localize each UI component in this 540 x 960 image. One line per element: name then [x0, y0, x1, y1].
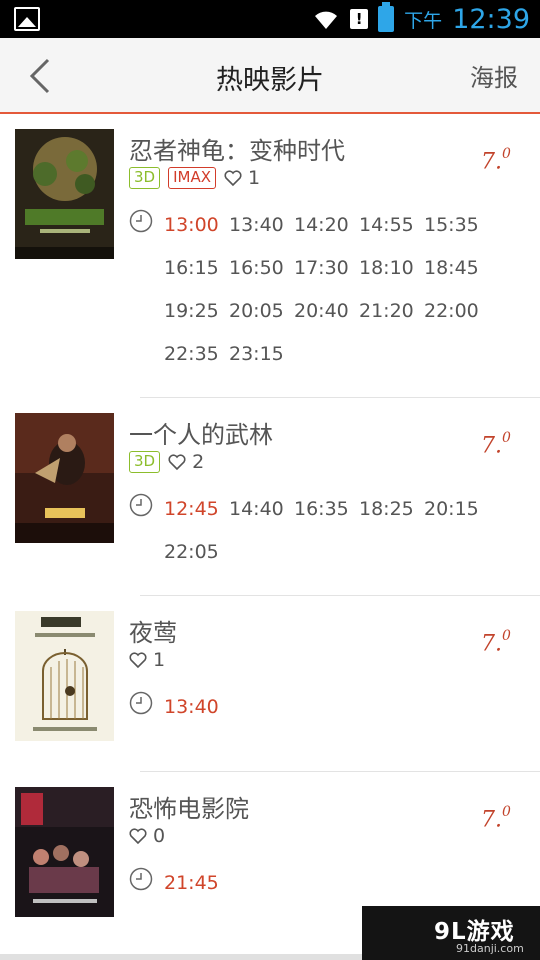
chevron-left-icon[interactable]	[22, 56, 62, 96]
clock-icon	[129, 867, 153, 891]
showtime-list: 13:00 13:40 14:20 14:55 15:35 16:15 16:5…	[164, 213, 494, 385]
movie-tags: 1	[129, 648, 165, 672]
showtime[interactable]: 21:20	[359, 299, 424, 342]
movie-tags: 3D 2	[129, 450, 204, 474]
movie-tags: 3D IMAX 1	[129, 166, 260, 190]
showtime[interactable]: 20:05	[229, 299, 294, 342]
showtime[interactable]: 15:35	[424, 213, 489, 256]
site-watermark: 9L游戏 91danji.com	[362, 906, 540, 960]
heart-icon	[168, 453, 186, 470]
showtime[interactable]: 14:55	[359, 213, 424, 256]
gallery-notification-icon	[14, 7, 40, 31]
watermark-logo: 9L游戏	[434, 919, 515, 945]
heart-icon	[129, 827, 147, 844]
clock-icon	[129, 209, 153, 233]
movie-title: 一个人的武林	[129, 421, 273, 449]
showtime[interactable]: 17:30	[294, 256, 359, 299]
status-time: 12:39	[452, 3, 530, 35]
movie-tags: 0	[129, 824, 165, 848]
status-bar: ! 下午 12:39	[0, 0, 540, 38]
like-button[interactable]: 1	[129, 649, 165, 671]
showtime[interactable]: 12:45	[164, 497, 229, 540]
alert-icon: !	[350, 9, 369, 29]
app-header: 热映影片 海报	[0, 38, 540, 114]
showtime[interactable]: 18:45	[424, 256, 489, 299]
poster-view-button[interactable]: 海报	[470, 58, 518, 93]
showtime-list: 12:45 14:40 16:35 18:25 20:15 22:05	[164, 497, 494, 583]
battery-icon	[378, 2, 395, 32]
like-count: 1	[248, 167, 261, 189]
showtime[interactable]: 14:20	[294, 213, 359, 256]
movie-item[interactable]: 忍者神龟：变种时代 3D IMAX 1 7.0 13:00 13:40 14:2…	[0, 114, 540, 398]
showtime[interactable]: 22:00	[424, 299, 489, 342]
showtime[interactable]: 18:25	[359, 497, 424, 540]
heart-icon	[224, 169, 242, 186]
showtime[interactable]: 16:35	[294, 497, 359, 540]
tag-imax: IMAX	[168, 167, 216, 189]
movie-score: 7.0	[481, 430, 511, 459]
showtime[interactable]: 14:40	[229, 497, 294, 540]
page-title: 热映影片	[216, 65, 324, 96]
showtime[interactable]: 16:15	[164, 256, 229, 299]
like-count: 1	[153, 649, 166, 671]
next-item-divider	[0, 954, 362, 960]
showtime[interactable]: 16:50	[229, 256, 294, 299]
tag-3d: 3D	[129, 167, 161, 189]
wifi-icon	[315, 11, 338, 29]
like-button[interactable]: 1	[224, 167, 260, 189]
movie-poster[interactable]	[15, 129, 114, 259]
showtime-list: 13:40	[164, 695, 494, 738]
showtime[interactable]: 19:25	[164, 299, 229, 342]
movie-item[interactable]: 夜莺 1 7.0 13:40	[0, 596, 540, 772]
showtime[interactable]: 22:35	[164, 342, 229, 385]
movie-score: 7.0	[481, 804, 511, 833]
tag-3d: 3D	[129, 451, 161, 473]
watermark-site: 91danji.com	[456, 942, 524, 955]
movie-item[interactable]: 一个人的武林 3D 2 7.0 12:45 14:40 16:35 18:25 …	[0, 398, 540, 596]
showtime[interactable]: 13:40	[164, 695, 229, 738]
showtime[interactable]: 13:00	[164, 213, 229, 256]
heart-icon	[129, 651, 147, 668]
showtime[interactable]: 20:15	[424, 497, 489, 540]
movie-poster[interactable]	[15, 611, 114, 741]
movie-poster[interactable]	[15, 787, 114, 917]
clock-icon	[129, 493, 153, 517]
like-button[interactable]: 2	[168, 451, 204, 473]
like-count: 0	[153, 825, 166, 847]
movie-title: 恐怖电影院	[129, 795, 249, 823]
showtime[interactable]: 21:45	[164, 871, 229, 914]
showtime[interactable]: 20:40	[294, 299, 359, 342]
movie-title: 忍者神龟：变种时代	[129, 137, 345, 165]
status-ampm: 下午	[404, 9, 443, 32]
like-count: 2	[192, 451, 205, 473]
movie-title: 夜莺	[129, 619, 177, 647]
showtime[interactable]: 23:15	[229, 342, 294, 385]
movie-poster[interactable]	[15, 413, 114, 543]
showtime[interactable]: 22:05	[164, 540, 229, 583]
clock-icon	[129, 691, 153, 715]
showtime[interactable]: 13:40	[229, 213, 294, 256]
movie-score: 7.0	[481, 628, 511, 657]
movie-score: 7.0	[481, 146, 511, 175]
showtime[interactable]: 18:10	[359, 256, 424, 299]
like-button[interactable]: 0	[129, 825, 165, 847]
